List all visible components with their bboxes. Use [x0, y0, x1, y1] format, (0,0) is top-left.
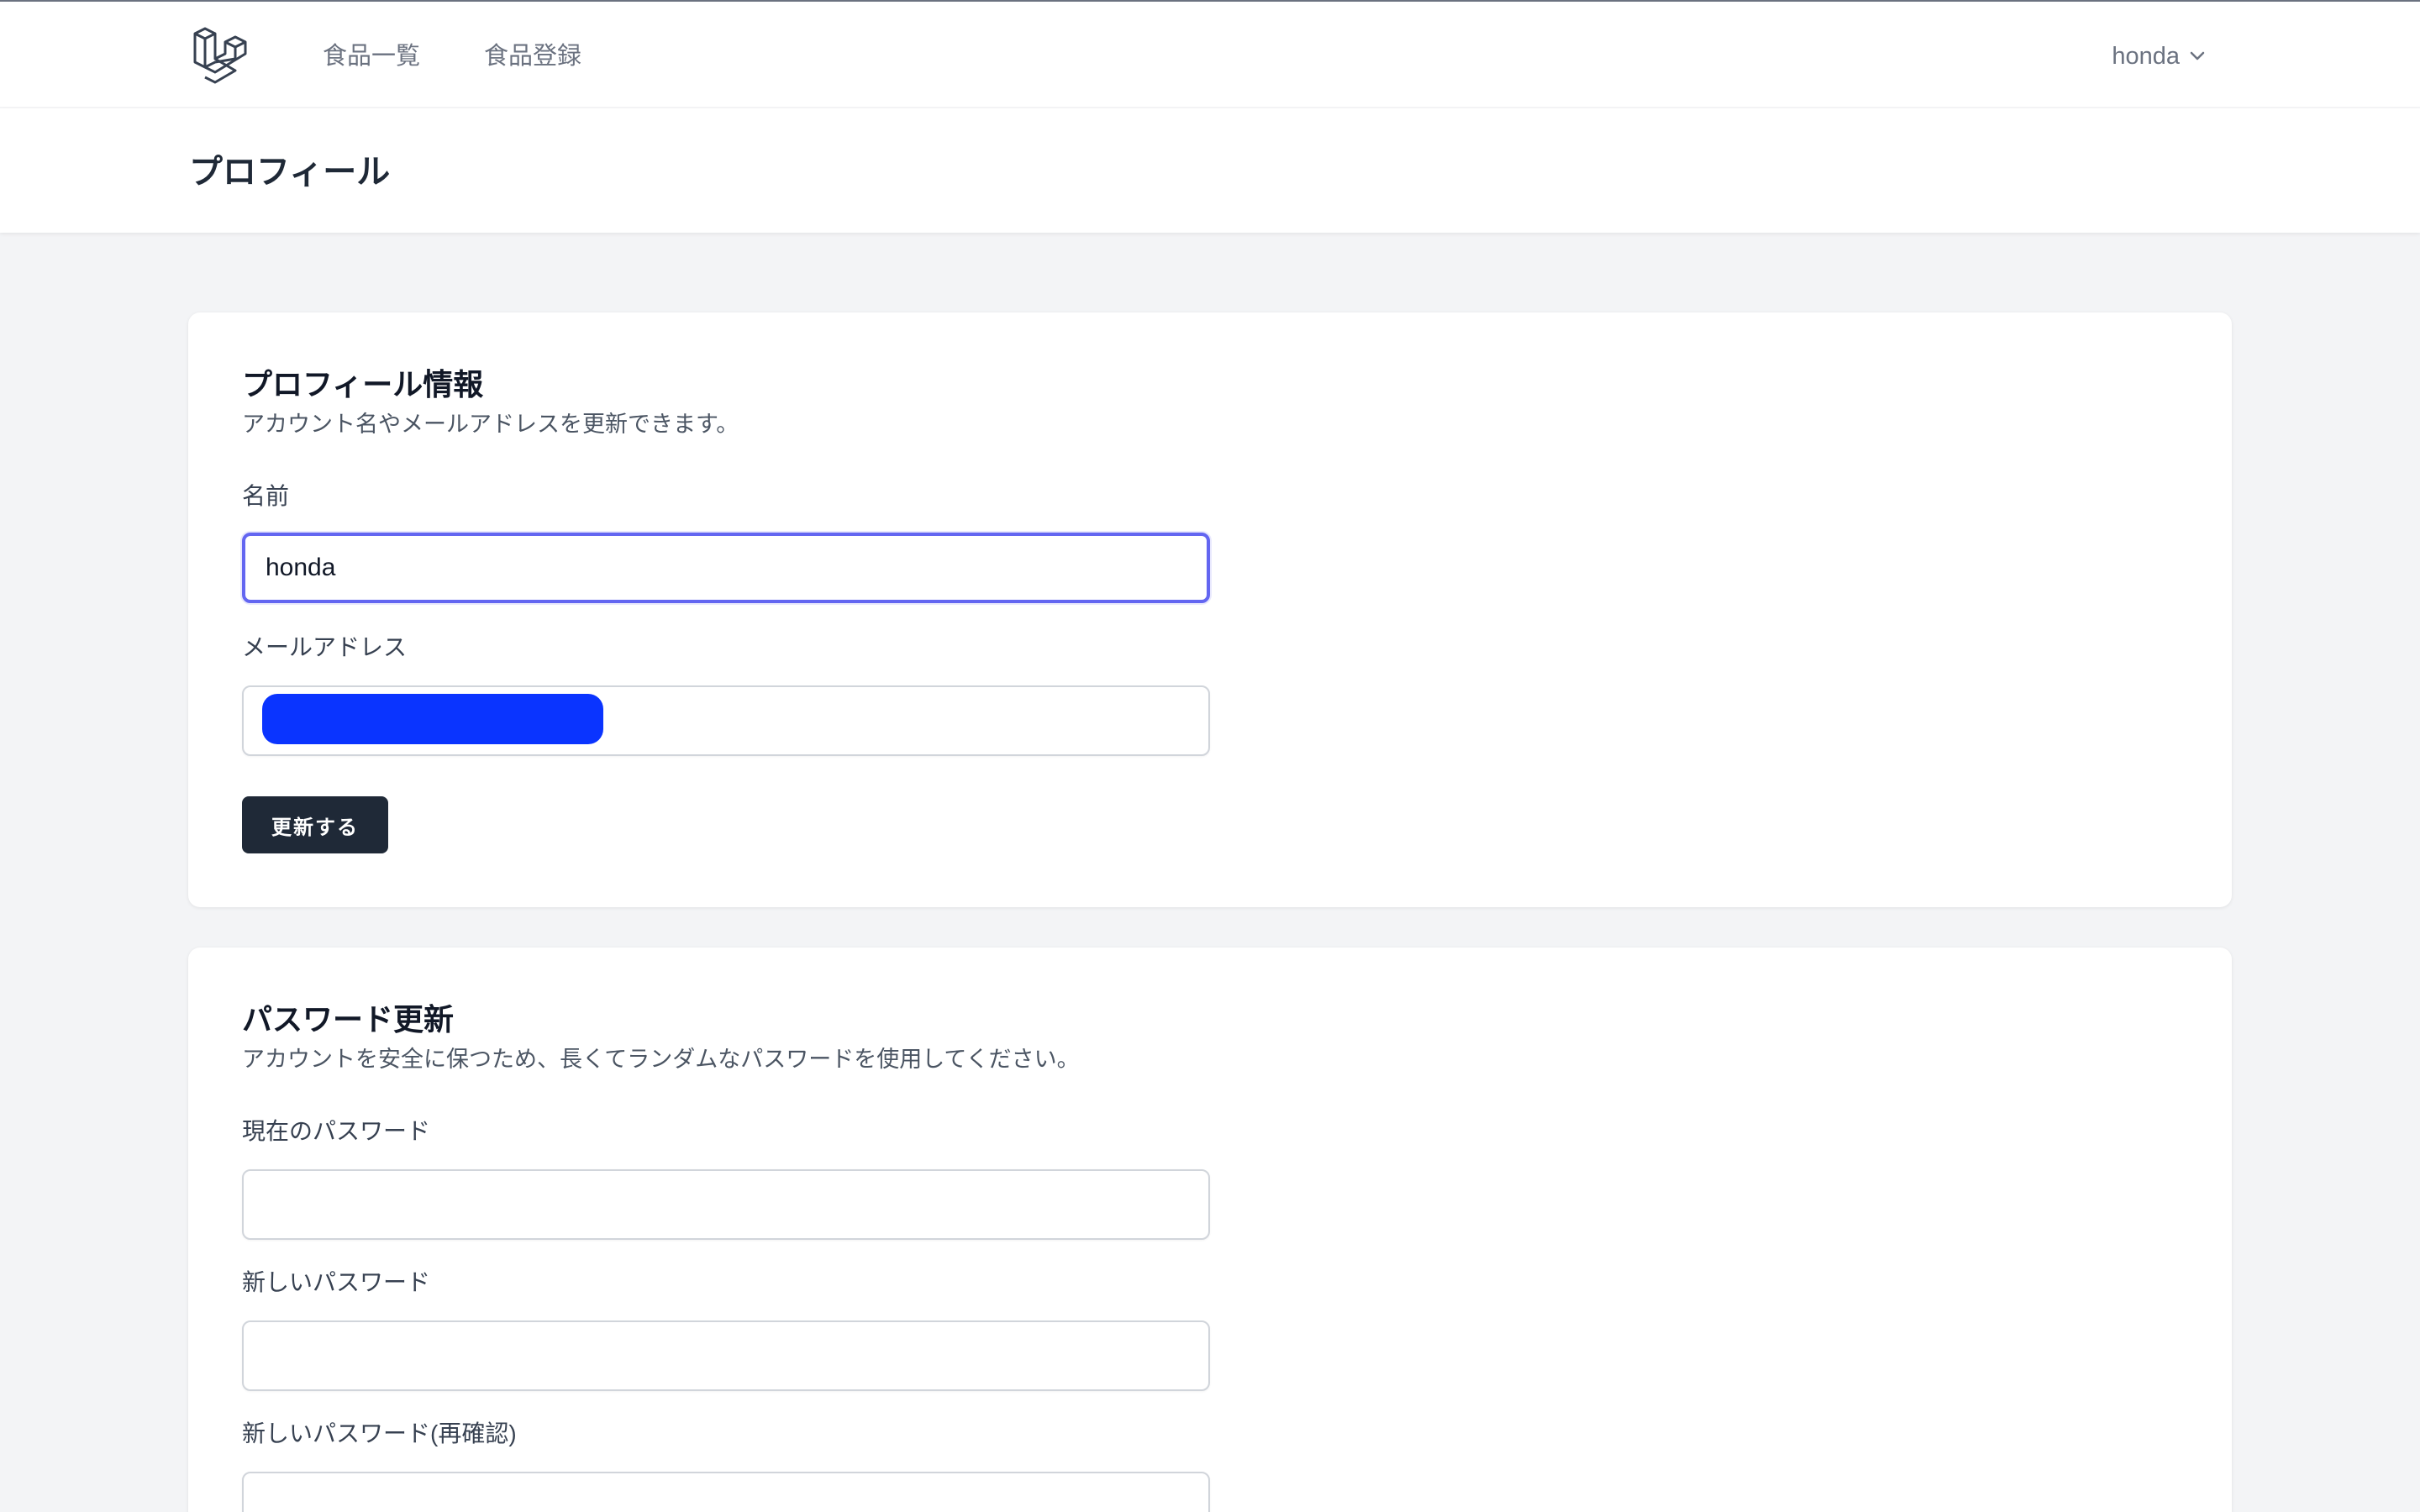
- new-password-label: 新しいパスワード: [242, 1269, 431, 1295]
- top-navbar: 食品一覧 食品登録 honda: [0, 2, 2420, 108]
- password-section-description: アカウントを安全に保つため、長くてランダムなパスワードを使用してください。: [242, 1047, 1080, 1072]
- current-password-label: 現在のパスワード: [242, 1118, 431, 1144]
- update-profile-button[interactable]: 更新する: [242, 796, 388, 853]
- password-update-card: パスワード更新 アカウントを安全に保つため、長くてランダムなパスワードを使用して…: [188, 948, 2232, 1512]
- chevron-down-icon: [2190, 51, 2205, 60]
- nav-link-food-list[interactable]: 食品一覧: [323, 39, 420, 73]
- user-dropdown[interactable]: honda: [2112, 39, 2205, 73]
- user-name: honda: [2112, 43, 2180, 70]
- page-header: プロフィール: [0, 108, 2420, 233]
- laravel-logo-icon[interactable]: [192, 25, 249, 84]
- email-field-wrapper: [242, 685, 1210, 756]
- redacted-email-mask: [262, 694, 603, 744]
- current-password-input[interactable]: [242, 1169, 1210, 1240]
- password-section-title: パスワード更新: [242, 1002, 455, 1037]
- name-label: 名前: [242, 483, 290, 509]
- profile-section-description: アカウント名やメールアドレスを更新できます。: [242, 412, 739, 437]
- new-password-input[interactable]: [242, 1320, 1210, 1391]
- confirm-password-input[interactable]: [242, 1472, 1210, 1512]
- profile-section-title: プロフィール情報: [242, 367, 484, 402]
- email-label: メールアドレス: [242, 634, 408, 660]
- name-input[interactable]: [242, 533, 1210, 603]
- confirm-password-label: 新しいパスワード(再確認): [242, 1420, 517, 1446]
- page-title: プロフィール: [189, 154, 391, 191]
- nav-link-food-register[interactable]: 食品登録: [484, 39, 581, 73]
- profile-info-card: プロフィール情報 アカウント名やメールアドレスを更新できます。 名前 メールアド…: [188, 312, 2232, 907]
